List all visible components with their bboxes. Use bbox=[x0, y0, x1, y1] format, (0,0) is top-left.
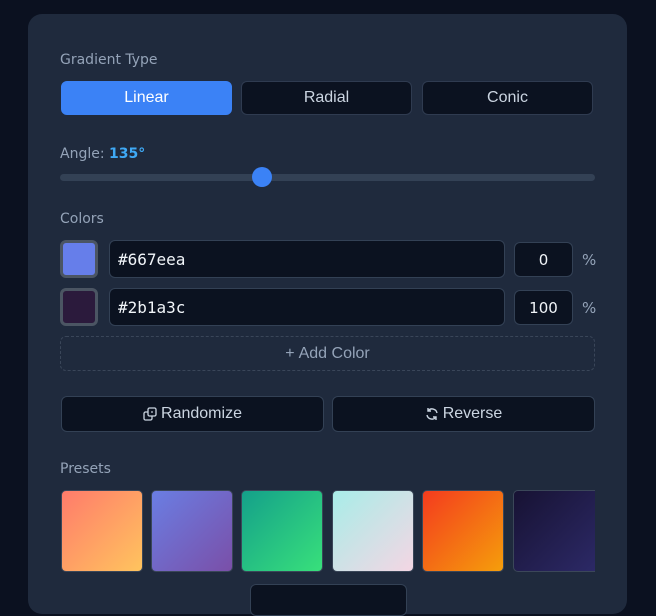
presets-label: Presets bbox=[60, 461, 111, 477]
color-stop-2-percent-input[interactable]: 100 bbox=[514, 290, 573, 325]
plus-icon: + bbox=[285, 344, 295, 362]
preset-3[interactable] bbox=[241, 490, 323, 572]
refresh-icon bbox=[426, 408, 438, 420]
preset-2[interactable] bbox=[151, 490, 233, 572]
preset-5[interactable] bbox=[422, 490, 504, 572]
color-stop-2-swatch[interactable] bbox=[60, 288, 98, 326]
preset-1[interactable] bbox=[61, 490, 143, 572]
angle-slider[interactable] bbox=[60, 167, 595, 187]
color-stop-2-hex-input[interactable]: #2b1a3c bbox=[109, 288, 505, 326]
gradient-settings-panel: Gradient Type Linear Radial Conic Angle:… bbox=[28, 14, 627, 616]
angle-slider-thumb[interactable] bbox=[252, 167, 273, 187]
dice-icon bbox=[143, 407, 157, 421]
add-color-button[interactable]: + Add Color bbox=[60, 336, 595, 371]
gradient-type-radial-button[interactable]: Radial bbox=[241, 81, 412, 115]
reverse-label: Reverse bbox=[442, 405, 503, 422]
color-stop-1-percent-sign: % bbox=[582, 251, 597, 269]
color-stop-1-swatch[interactable] bbox=[60, 240, 98, 278]
randomize-button[interactable]: Randomize bbox=[61, 396, 324, 432]
color-stop-1-hex-input[interactable]: #667eea bbox=[109, 240, 505, 278]
gradient-type-label: Gradient Type bbox=[60, 52, 158, 68]
angle-value: 135° bbox=[109, 146, 146, 162]
gradient-type-conic-button[interactable]: Conic bbox=[422, 81, 593, 115]
angle-label: Angle: 135° bbox=[60, 146, 145, 162]
preset-6[interactable] bbox=[513, 490, 595, 572]
more-presets-button[interactable] bbox=[250, 584, 407, 616]
preset-4[interactable] bbox=[332, 490, 414, 572]
randomize-label: Randomize bbox=[161, 405, 242, 422]
angle-label-text: Angle: bbox=[60, 146, 105, 162]
add-color-label: Add Color bbox=[298, 344, 370, 362]
gradient-type-linear-button[interactable]: Linear bbox=[61, 81, 232, 115]
reverse-button[interactable]: Reverse bbox=[332, 396, 595, 432]
color-stop-1-percent-input[interactable]: 0 bbox=[514, 242, 573, 277]
color-stop-2-percent-sign: % bbox=[582, 299, 597, 317]
colors-label: Colors bbox=[60, 211, 104, 227]
